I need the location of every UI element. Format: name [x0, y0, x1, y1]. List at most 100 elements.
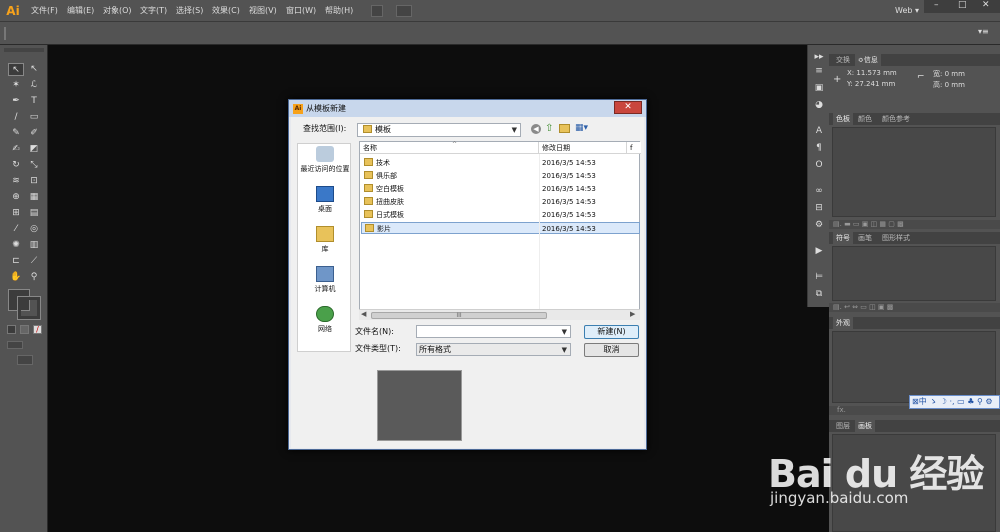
- pen-tool-icon[interactable]: ✒: [8, 95, 24, 108]
- menu-window[interactable]: 窗口(W): [286, 0, 316, 22]
- blend-tool-icon[interactable]: ◎: [26, 223, 42, 236]
- draw-mode-icon[interactable]: [7, 341, 23, 349]
- hand-tool-icon[interactable]: ✋: [8, 271, 24, 284]
- opentype-icon[interactable]: O: [811, 159, 827, 171]
- list-item[interactable]: 扭曲皮肤 2016/3/5 14:53: [361, 196, 640, 208]
- zoom-tool-icon[interactable]: ⚲: [26, 271, 42, 284]
- new-folder-icon[interactable]: [559, 124, 570, 133]
- tab-color-guide[interactable]: 颜色参考: [879, 113, 913, 125]
- css-properties-icon[interactable]: ⚙: [811, 219, 827, 231]
- workspace-switcher[interactable]: Web ▾: [895, 0, 919, 22]
- artboard-tool-icon[interactable]: ⊏: [8, 255, 24, 268]
- gradient-mode-button[interactable]: [20, 325, 29, 334]
- list-item[interactable]: 技术 2016/3/5 14:53: [361, 157, 640, 169]
- actions-icon[interactable]: ▶: [811, 245, 827, 257]
- scroll-right-icon[interactable]: ▶: [630, 310, 635, 318]
- screen-mode-icon[interactable]: [17, 355, 33, 365]
- lasso-tool-icon[interactable]: ℒ: [26, 79, 42, 92]
- column-divider[interactable]: [538, 142, 539, 154]
- menu-object[interactable]: 对象(O): [103, 0, 132, 22]
- align-icon[interactable]: ⊨: [811, 271, 827, 283]
- place-recent[interactable]: 最近访问的位置: [298, 146, 352, 174]
- rectangle-tool-icon[interactable]: ▭: [26, 111, 42, 124]
- list-item[interactable]: 日式模板 2016/3/5 14:53: [361, 209, 640, 221]
- tools-panel-grip[interactable]: [4, 48, 44, 52]
- column-divider[interactable]: [626, 142, 627, 154]
- type-tool-icon[interactable]: T: [26, 95, 42, 108]
- close-icon[interactable]: ✕: [982, 0, 990, 10]
- panel-menu-icon[interactable]: ▾≡: [978, 27, 989, 36]
- list-item[interactable]: 空白模板 2016/3/5 14:53: [361, 183, 640, 195]
- new-button[interactable]: 新建(N): [584, 325, 639, 339]
- pathfinder-icon[interactable]: ⧉: [811, 288, 827, 300]
- list-item-selected[interactable]: 影片 2016/3/5 14:53: [361, 222, 640, 234]
- column-extra[interactable]: f: [630, 142, 632, 154]
- fx-button[interactable]: fx.: [837, 406, 846, 414]
- scroll-thumb[interactable]: III: [371, 312, 547, 319]
- tab-swatches[interactable]: 色板: [833, 113, 853, 125]
- tab-transform[interactable]: 交换: [833, 54, 853, 66]
- free-transform-tool-icon[interactable]: ⊡: [26, 175, 42, 188]
- tab-artboards[interactable]: 画板: [855, 420, 875, 432]
- up-folder-icon[interactable]: ⇧: [545, 123, 553, 134]
- selection-tool-icon[interactable]: ↖: [8, 63, 24, 76]
- minimize-icon[interactable]: –: [934, 0, 939, 10]
- column-date[interactable]: 修改日期: [542, 142, 570, 154]
- slice-tool-icon[interactable]: ⟋: [26, 255, 42, 268]
- horizontal-scrollbar[interactable]: ◀ III ▶: [359, 309, 640, 320]
- blob-brush-tool-icon[interactable]: ✍: [8, 143, 24, 156]
- rotate-tool-icon[interactable]: ↻: [8, 159, 24, 172]
- grip-handle[interactable]: [4, 27, 6, 40]
- paintbrush-tool-icon[interactable]: ✎: [8, 127, 24, 140]
- mesh-tool-icon[interactable]: ⊞: [8, 207, 24, 220]
- menu-select[interactable]: 选择(S): [176, 0, 203, 22]
- menu-view[interactable]: 视图(V): [249, 0, 277, 22]
- back-icon[interactable]: ◀: [531, 124, 541, 134]
- scale-tool-icon[interactable]: ⤡: [26, 159, 42, 172]
- dialog-close-button[interactable]: ✕: [614, 101, 642, 114]
- menu-help[interactable]: 帮助(H): [325, 0, 353, 22]
- symbol-sprayer-tool-icon[interactable]: ✺: [8, 239, 24, 252]
- filetype-select[interactable]: 所有格式 ▼: [416, 343, 571, 356]
- look-in-select[interactable]: 模板 ▼: [357, 123, 521, 137]
- color-panel-icon[interactable]: ▣: [811, 82, 827, 94]
- place-network[interactable]: 网络: [298, 306, 352, 334]
- tab-layers[interactable]: 图层: [833, 420, 853, 432]
- cancel-button[interactable]: 取消: [584, 343, 639, 357]
- color-guide-icon[interactable]: ◕: [811, 99, 827, 111]
- list-item[interactable]: 俱乐部 2016/3/5 14:53: [361, 170, 640, 182]
- line-tool-icon[interactable]: /: [8, 111, 24, 124]
- width-tool-icon[interactable]: ≋: [8, 175, 24, 188]
- collapse-icon[interactable]: ▸▸: [811, 51, 827, 63]
- menu-file[interactable]: 文件(F): [31, 0, 58, 22]
- menu-effect[interactable]: 效果(C): [212, 0, 240, 22]
- tab-graphic-styles[interactable]: 图形样式: [879, 232, 913, 244]
- tab-symbols[interactable]: 符号: [833, 232, 853, 244]
- magic-wand-tool-icon[interactable]: ✶: [8, 79, 24, 92]
- eraser-tool-icon[interactable]: ◩: [26, 143, 42, 156]
- direct-selection-tool-icon[interactable]: ↖: [26, 63, 42, 76]
- place-library[interactable]: 库: [298, 226, 352, 254]
- color-mode-button[interactable]: [7, 325, 16, 334]
- stroke-swatch[interactable]: [17, 296, 41, 320]
- view-menu-icon[interactable]: ▦▾: [575, 123, 588, 133]
- links-icon[interactable]: ∞: [811, 185, 827, 197]
- tab-color[interactable]: 颜色: [855, 113, 875, 125]
- column-name[interactable]: 名称: [363, 142, 377, 154]
- none-mode-button[interactable]: /: [33, 325, 42, 334]
- tab-appearance[interactable]: 外观: [833, 317, 853, 329]
- gradient-tool-icon[interactable]: ▤: [26, 207, 42, 220]
- scroll-left-icon[interactable]: ◀: [361, 310, 366, 318]
- dialog-title-bar[interactable]: Ai 从模板新建 ✕: [289, 100, 646, 117]
- bridge-button[interactable]: [371, 5, 383, 17]
- maximize-icon[interactable]: □: [958, 0, 967, 10]
- menu-edit[interactable]: 编辑(E): [67, 0, 94, 22]
- shape-builder-tool-icon[interactable]: ⊕: [8, 191, 24, 204]
- paragraph-icon[interactable]: ¶: [811, 142, 827, 154]
- tab-info[interactable]: ≎信息: [855, 54, 881, 66]
- eyedropper-tool-icon[interactable]: ⁄: [8, 223, 24, 236]
- place-desktop[interactable]: 桌面: [298, 186, 352, 214]
- tab-brushes[interactable]: 画笔: [855, 232, 875, 244]
- pencil-tool-icon[interactable]: ✐: [26, 127, 42, 140]
- arrange-documents-button[interactable]: [396, 5, 412, 17]
